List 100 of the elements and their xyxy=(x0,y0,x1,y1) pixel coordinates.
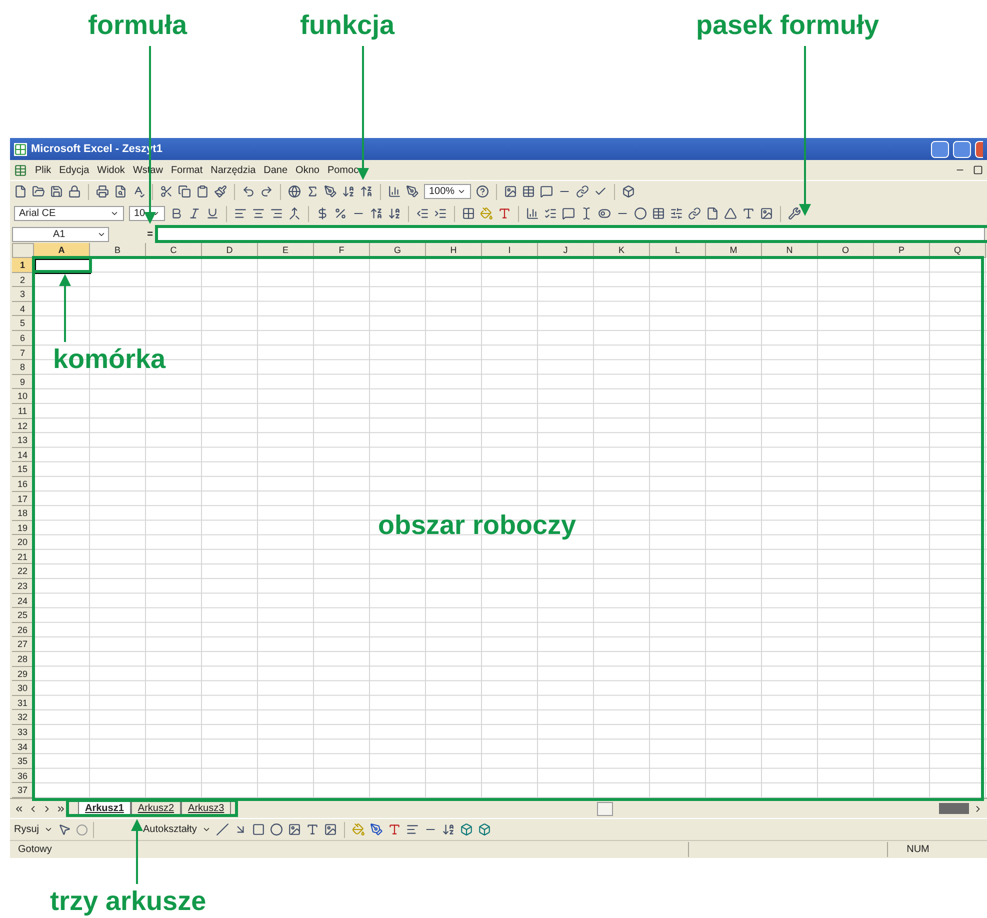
chart-icon[interactable] xyxy=(388,185,401,198)
active-cell-border[interactable] xyxy=(34,258,91,274)
shadow-icon[interactable] xyxy=(460,823,473,836)
indent-icon[interactable] xyxy=(434,207,447,220)
dropdown-caret-icon xyxy=(202,825,211,834)
line-icon[interactable] xyxy=(216,823,229,836)
annotation-label: obszar roboczy xyxy=(378,512,576,539)
scroll-split-handle[interactable] xyxy=(597,802,614,816)
align-right-icon[interactable] xyxy=(270,207,283,220)
workbook-icon xyxy=(14,164,27,176)
3d-icon[interactable] xyxy=(478,823,491,836)
print-icon[interactable] xyxy=(96,185,109,198)
paste-icon[interactable] xyxy=(196,185,209,198)
rectangle-icon[interactable] xyxy=(252,823,265,836)
comment-icon[interactable] xyxy=(540,185,553,198)
dropdown-caret-icon xyxy=(110,209,119,218)
font-color-icon[interactable] xyxy=(498,207,511,220)
pointer-arrow xyxy=(131,819,143,884)
menu-item[interactable]: Dane xyxy=(264,162,288,178)
help-icon[interactable] xyxy=(476,185,489,198)
menu-item[interactable]: Pomoc xyxy=(327,162,359,178)
excel-logo-icon xyxy=(14,142,27,156)
bold-icon[interactable] xyxy=(170,207,183,220)
save-icon[interactable] xyxy=(50,185,63,198)
checklist-icon[interactable] xyxy=(544,207,557,220)
restore-button[interactable] xyxy=(953,140,971,158)
zoom-dropdown[interactable]: 100% xyxy=(424,184,471,199)
triangle-icon[interactable] xyxy=(724,207,737,220)
toggle-icon[interactable] xyxy=(598,207,611,220)
equals-sign[interactable]: = xyxy=(113,226,153,242)
dropdown-caret-icon xyxy=(456,187,466,196)
fill-color-icon[interactable] xyxy=(352,823,365,836)
picture-icon[interactable] xyxy=(504,185,517,198)
last-sheet-icon[interactable] xyxy=(56,804,66,814)
menu-item[interactable]: Edycja xyxy=(59,162,90,178)
menu-item[interactable]: Narzędzia xyxy=(210,162,256,178)
font-dropdown[interactable]: Arial CE xyxy=(14,206,124,221)
paintbrush-icon[interactable] xyxy=(214,185,227,198)
circle-icon[interactable] xyxy=(634,207,647,220)
text-icon[interactable] xyxy=(742,207,755,220)
new-file-icon[interactable] xyxy=(14,185,27,198)
oval-icon[interactable] xyxy=(270,823,283,836)
menu-item[interactable]: Plik xyxy=(35,162,52,178)
tools-icon[interactable] xyxy=(788,207,801,220)
pen-icon[interactable] xyxy=(406,185,419,198)
chart-icon[interactable] xyxy=(526,207,539,220)
close-button[interactable] xyxy=(975,140,983,158)
row-header[interactable]: 1 xyxy=(12,258,34,273)
menu-item[interactable]: Okno xyxy=(296,162,320,178)
picture-icon[interactable] xyxy=(324,823,337,836)
sort-descending-icon[interactable] xyxy=(360,185,373,198)
cut-icon[interactable] xyxy=(160,185,173,198)
align-center-icon[interactable] xyxy=(252,207,265,220)
spell-check-icon[interactable] xyxy=(132,185,145,198)
autoshapes-menu[interactable]: Autokształty xyxy=(143,822,197,837)
annotation-label: funkcja xyxy=(300,12,395,39)
lock-icon[interactable] xyxy=(68,185,81,198)
picture-icon[interactable] xyxy=(760,207,773,220)
line-style-icon[interactable] xyxy=(406,823,419,836)
table-icon[interactable] xyxy=(522,185,535,198)
redo-icon[interactable] xyxy=(260,185,273,198)
link-icon[interactable] xyxy=(688,207,701,220)
sort-ascending-icon[interactable] xyxy=(342,185,355,198)
annotation-label: trzy arkusze xyxy=(50,888,206,915)
restore-icon[interactable] xyxy=(973,165,983,175)
dropdown-caret-icon xyxy=(44,825,54,834)
underline-icon[interactable] xyxy=(206,207,219,220)
print-preview-icon[interactable] xyxy=(114,185,127,198)
box-icon[interactable] xyxy=(622,185,635,198)
draw-menu[interactable]: Rysuj xyxy=(14,822,40,837)
outdent-icon[interactable] xyxy=(416,207,429,220)
file-icon[interactable] xyxy=(706,207,719,220)
line-color-icon[interactable] xyxy=(370,823,383,836)
globe-icon[interactable] xyxy=(288,185,301,198)
table-icon[interactable] xyxy=(652,207,665,220)
scrollbar-thumb[interactable] xyxy=(939,803,969,814)
annotation-label: formuła xyxy=(88,12,188,39)
annotation-label: pasek formuły xyxy=(696,12,880,39)
fill-color-icon[interactable] xyxy=(480,207,493,220)
borders-icon[interactable] xyxy=(462,207,475,220)
currency-icon[interactable] xyxy=(316,207,329,220)
merge-icon[interactable] xyxy=(288,207,301,220)
pointer-icon[interactable] xyxy=(58,823,72,836)
sum-icon[interactable] xyxy=(306,185,319,198)
link-icon[interactable] xyxy=(576,185,589,198)
annotation-label: komórka xyxy=(53,346,166,373)
copy-icon[interactable] xyxy=(178,185,191,198)
italic-icon[interactable] xyxy=(188,207,201,220)
menu-item[interactable]: Widok xyxy=(97,162,125,178)
comment-icon[interactable] xyxy=(562,207,575,220)
undo-icon[interactable] xyxy=(242,185,255,198)
name-box[interactable]: A1 xyxy=(12,226,109,242)
percent-icon[interactable] xyxy=(334,207,347,220)
align-left-icon[interactable] xyxy=(234,207,247,220)
sliders-icon[interactable] xyxy=(670,207,683,220)
folder-icon[interactable] xyxy=(32,185,45,198)
menu-item[interactable]: Format xyxy=(170,162,203,178)
first-sheet-icon[interactable] xyxy=(14,804,24,814)
font-color-icon[interactable] xyxy=(388,823,401,836)
minimize-button[interactable] xyxy=(931,140,949,158)
